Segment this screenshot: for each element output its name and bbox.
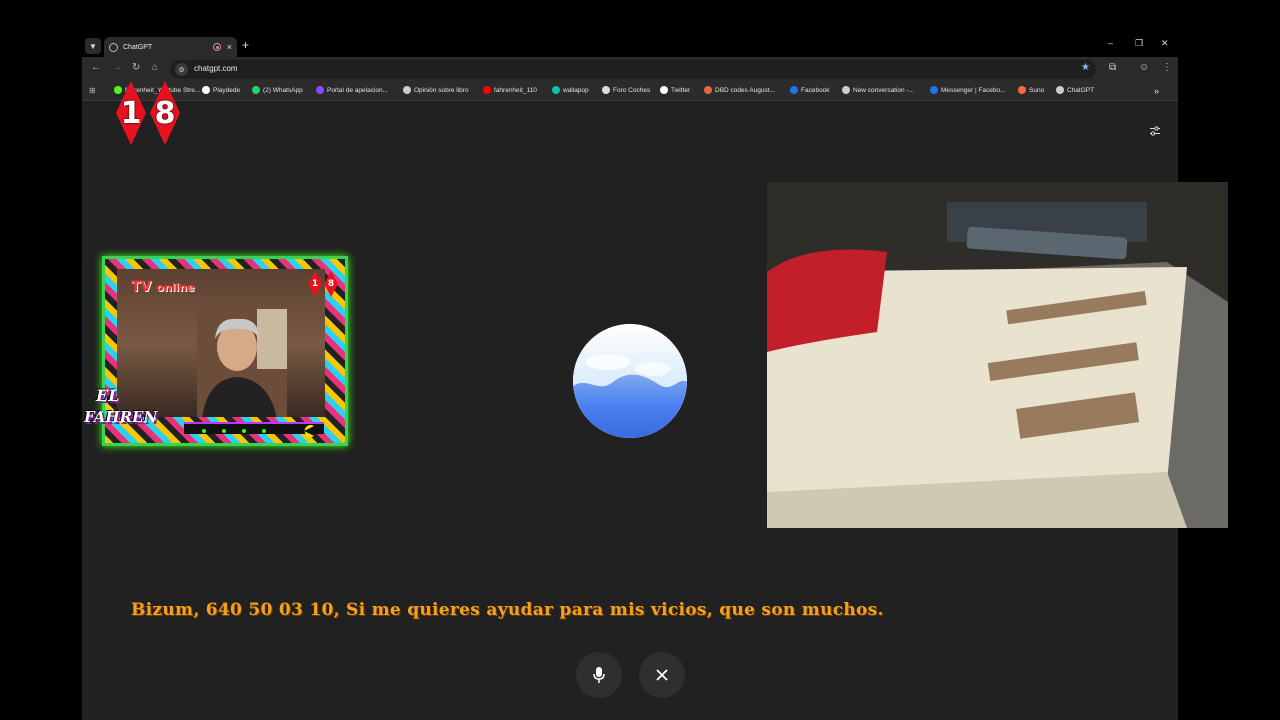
minimize-button[interactable]: –: [1108, 38, 1113, 48]
home-button[interactable]: ⌂: [152, 62, 158, 73]
youtube-icon: [483, 86, 491, 94]
online-text: online: [156, 281, 195, 294]
close-window-button[interactable]: ✕: [1161, 38, 1169, 49]
close-icon: [656, 669, 668, 681]
age-digit: 8: [150, 81, 180, 145]
site-info-icon[interactable]: ⚙: [175, 63, 188, 76]
bookmark-item[interactable]: Portal de apelacion...: [316, 86, 388, 94]
bookmark-item[interactable]: Foro Coches: [602, 86, 650, 94]
tv-online-label: TV online: [131, 279, 195, 295]
el-fahren-logo: EL FAHREN: [78, 382, 164, 442]
bookmark-item[interactable]: Opinión sobre libro: [403, 86, 469, 94]
bookmark-item[interactable]: DBD codes August...: [704, 86, 775, 94]
bookmark-label: Messenger | Facebo...: [941, 86, 1006, 94]
bookmark-item[interactable]: Facebook: [790, 86, 830, 94]
bookmark-item[interactable]: wallapop: [552, 86, 589, 94]
bookmark-label: wallapop: [563, 86, 589, 94]
bookmark-star-icon[interactable]: ★: [1081, 62, 1090, 73]
age-digit: 8: [324, 271, 338, 297]
bookmark-item[interactable]: Suno: [1018, 86, 1044, 94]
pacman-track: [184, 422, 324, 437]
forward-button[interactable]: →: [112, 62, 122, 73]
toolbar: ← → ↻ ⌂ ⚙ chatgpt.com ★ ⧉ ☺ ⋮: [82, 57, 1178, 82]
restore-button[interactable]: ❐: [1135, 38, 1143, 49]
streamer-image: [197, 309, 287, 417]
streamer-webcam-overlay: TV online 1 8 EL FAHREN: [84, 256, 348, 446]
recording-icon: [212, 43, 221, 51]
facebook-icon: [790, 86, 798, 94]
bookmarks-bar: ⊞ fahrenheit_Youtube Stre... Playdede (2) …: [82, 82, 1178, 101]
tab-title: ChatGPT: [123, 43, 153, 51]
book-image: [767, 182, 1228, 528]
tab-close-button[interactable]: ×: [227, 42, 232, 52]
x-icon: [660, 86, 668, 94]
logo-fahren-text: FAHREN: [84, 408, 158, 426]
tab-strip: ▼ ChatGPT × + – ❐ ✕: [82, 35, 1178, 57]
bookmark-label: Foro Coches: [613, 86, 651, 94]
bookmark-label: Twitter: [671, 86, 691, 94]
reload-button[interactable]: ↻: [132, 62, 140, 73]
apps-grid-icon[interactable]: ⊞: [89, 86, 96, 95]
bookmark-label: New conversation -...: [853, 86, 915, 94]
menu-icon[interactable]: ⋮: [1162, 62, 1172, 73]
address-bar[interactable]: ⚙ chatgpt.com ★: [170, 60, 1096, 79]
age-digit: 1: [116, 81, 146, 145]
donation-ticker: Bizum, 640 50 03 10, Si me quieres ayuda…: [131, 600, 884, 620]
microphone-icon: [593, 667, 605, 683]
new-tab-button[interactable]: +: [242, 38, 249, 52]
bookmark-label: Playdede: [213, 86, 241, 94]
mini-age-badge: 1 8: [308, 271, 338, 297]
bookmark-label: (2) WhatsApp: [263, 86, 303, 94]
bookmark-item[interactable]: (2) WhatsApp: [252, 86, 303, 94]
bookmark-label: fahrenheit_110: [494, 86, 537, 94]
playdede-icon: [202, 86, 210, 94]
bookmark-label: DBD codes August...: [715, 86, 775, 94]
bookmarks-overflow-button[interactable]: »: [1154, 86, 1159, 96]
openai-icon: [1056, 86, 1064, 94]
sliders-icon[interactable]: [1149, 125, 1161, 137]
pacman-icon: [202, 425, 314, 437]
openai-icon: [403, 86, 411, 94]
tv-text: TV: [131, 279, 152, 295]
twitch-icon: [316, 86, 324, 94]
bookmark-item[interactable]: Twitter: [660, 86, 690, 94]
camera-feed: [767, 182, 1228, 528]
refresh-icon: [842, 86, 850, 94]
profile-icon[interactable]: ☺: [1139, 62, 1149, 73]
bookmark-item[interactable]: fahrenheit_110: [483, 86, 537, 94]
bookmark-label: Facebook: [801, 86, 830, 94]
suno-icon: [1018, 86, 1026, 94]
whatsapp-icon: [252, 86, 260, 94]
bookmark-label: ChatGPT: [1067, 86, 1095, 94]
back-button[interactable]: ←: [91, 62, 101, 73]
age-digit: 1: [308, 271, 322, 297]
bookmark-label: Portal de apelacion...: [327, 86, 389, 94]
tab-chatgpt[interactable]: ChatGPT ×: [104, 37, 237, 57]
openai-icon: [109, 42, 118, 52]
age-rating-badge: 1 8: [116, 81, 180, 145]
extensions-icon[interactable]: ⧉: [1109, 62, 1116, 73]
bookmark-item[interactable]: ChatGPT: [1056, 86, 1094, 94]
tab-search-button[interactable]: ▼: [85, 38, 101, 54]
end-voice-button[interactable]: [639, 652, 685, 698]
url-text: chatgpt.com: [194, 64, 238, 73]
bookmark-item[interactable]: New conversation -...: [842, 86, 914, 94]
bookmark-label: Opinión sobre libro: [414, 86, 469, 94]
voice-orb: [573, 324, 687, 438]
wallapop-icon: [552, 86, 560, 94]
facebook-icon: [930, 86, 938, 94]
microphone-button[interactable]: [576, 652, 622, 698]
logo-el-text: EL: [96, 386, 120, 405]
bookmark-item[interactable]: Playdede: [202, 86, 240, 94]
dbd-icon: [704, 86, 712, 94]
bookmark-label: Suno: [1029, 86, 1045, 94]
forocoches-icon: [602, 86, 610, 94]
bookmark-item[interactable]: Messenger | Facebo...: [930, 86, 1006, 94]
